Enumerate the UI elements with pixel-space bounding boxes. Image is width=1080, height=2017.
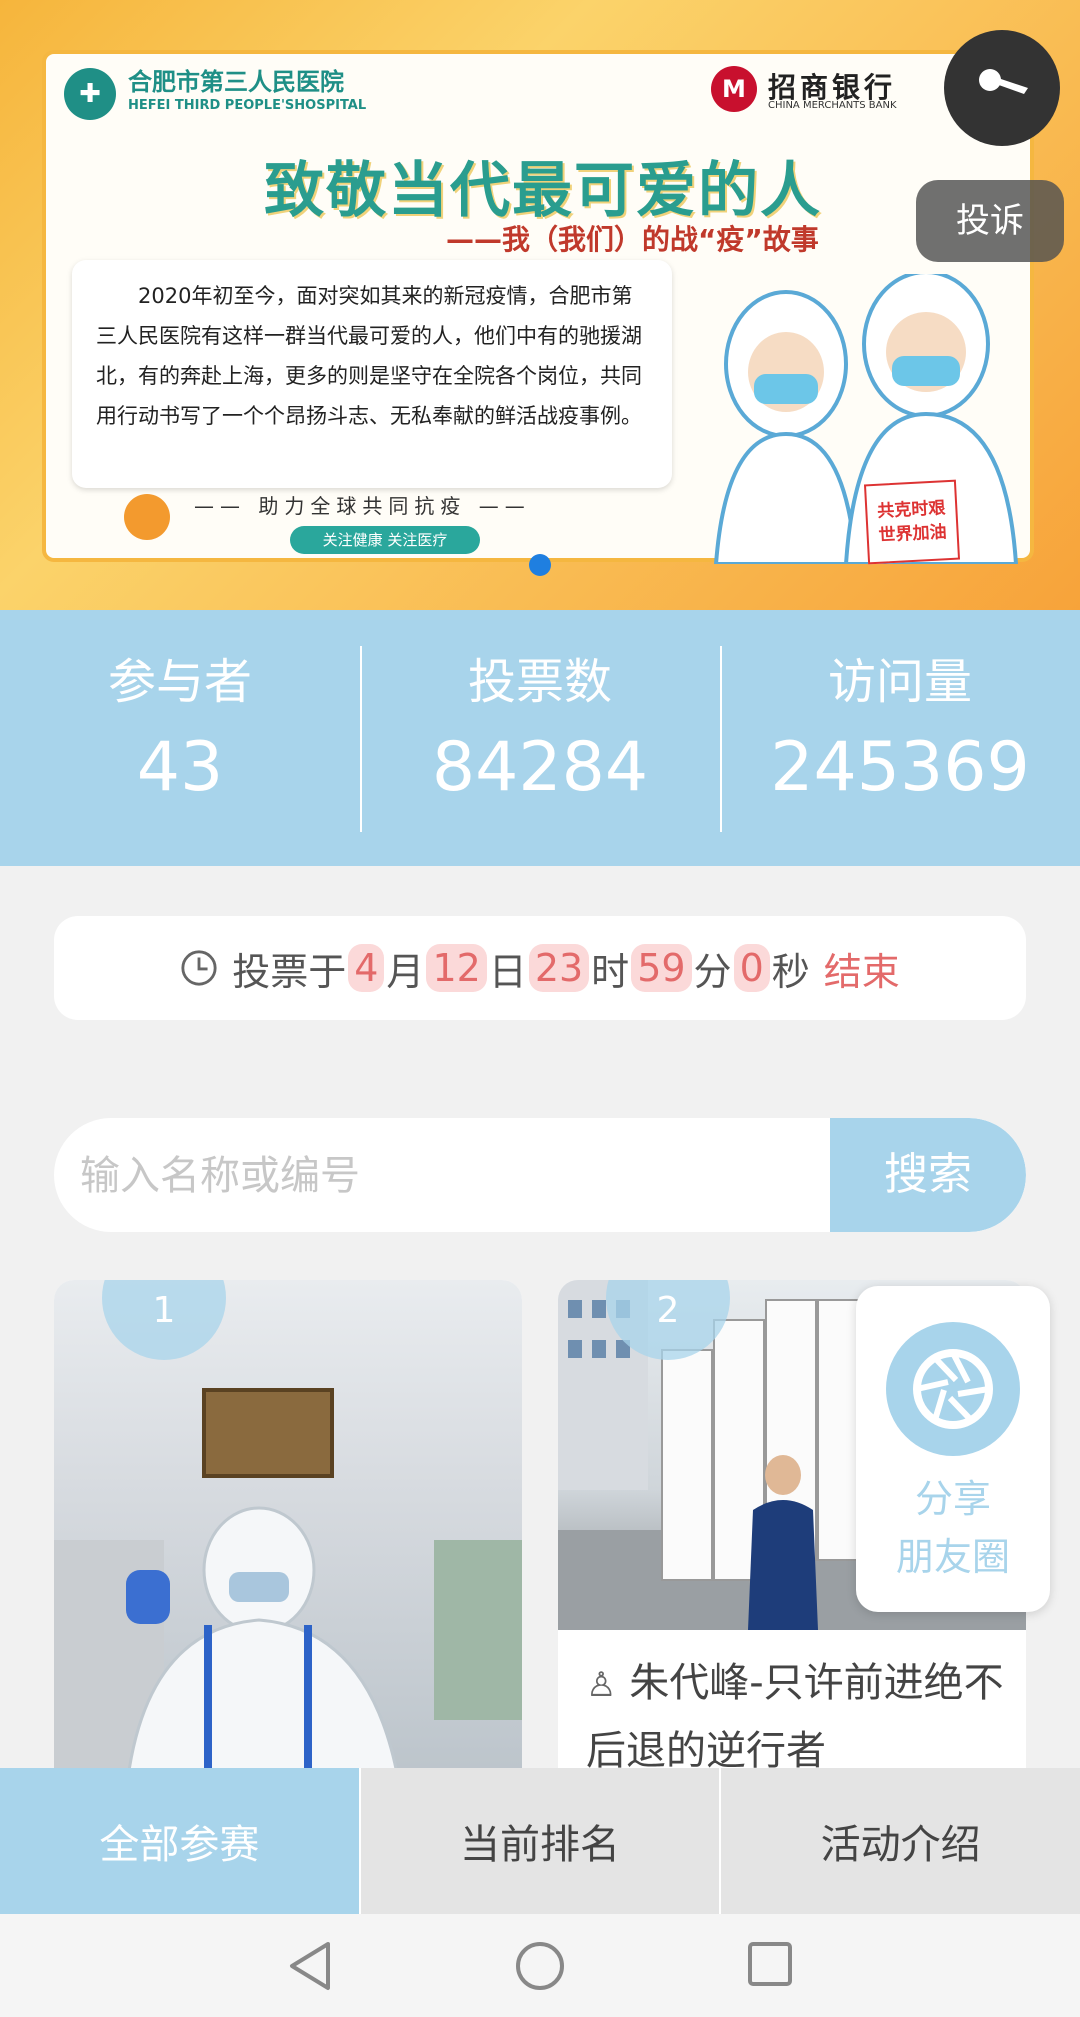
banner-headline: 致敬当代最可爱的人 (264, 156, 822, 226)
clock-icon (181, 950, 217, 986)
search-button[interactable]: 搜索 (830, 1118, 1026, 1232)
countdown-month-unit: 月 (386, 949, 425, 994)
stat-label: 参与者 (107, 654, 252, 710)
countdown-minute: 59 (631, 944, 692, 992)
recents-icon[interactable] (746, 1940, 794, 1988)
poster-text: 共克时艰 世界加油 (876, 498, 948, 546)
banner-card: ✚ 合肥市第三人民医院 HEFEI THIRD PEOPLE'SHOSPITAL… (42, 50, 1034, 565)
share-label-1: 分享 (914, 1477, 991, 1521)
stat-participants: 参与者 43 (0, 610, 360, 866)
countdown-minute-unit: 分 (693, 949, 732, 994)
stat-visits: 访问量 245369 (720, 610, 1080, 866)
countdown-hour: 23 (528, 944, 590, 992)
banner-pill: 关注健康 关注医疗 (290, 526, 480, 554)
share-moments-button[interactable]: 分享 朋友圈 (856, 1286, 1050, 1612)
countdown-second-unit: 秒 (771, 949, 810, 994)
entry-title-text: 朱代峰-只许前进绝不后退的逆行者 (586, 1660, 1004, 1774)
hospital-name-en: HEFEI THIRD PEOPLE'SHOSPITAL (128, 98, 367, 113)
system-nav-bar (0, 1914, 1080, 2017)
back-icon[interactable] (286, 1940, 336, 1992)
music-toggle-button[interactable] (944, 30, 1060, 146)
home-icon[interactable] (514, 1940, 566, 1992)
bottom-tab-bar: 全部参赛 当前排名 活动介绍 (0, 1768, 1080, 1914)
entry-card[interactable]: 1 (54, 1280, 522, 1820)
banner-slogan: —— 助力全球共同抗疫 —— (194, 494, 531, 518)
countdown-day-unit: 日 (488, 949, 527, 994)
stat-value: 84284 (431, 728, 649, 807)
stat-label: 投票数 (467, 654, 612, 710)
countdown-suffix: 结束 (823, 949, 900, 994)
countdown-prefix: 投票于 (232, 949, 347, 994)
banner-poster: 共克时艰 世界加油 (863, 479, 961, 565)
hospital-logo-icon: ✚ (64, 68, 116, 120)
countdown-hour-unit: 时 (591, 949, 630, 994)
tab-ranking[interactable]: 当前排名 (358, 1768, 720, 1914)
stat-value: 43 (136, 728, 224, 807)
search-bar: 搜索 (54, 1118, 1026, 1232)
entry-photo (54, 1280, 522, 1820)
entry-title: ♙ 朱代峰-只许前进绝不后退的逆行者 (586, 1650, 1016, 1784)
hospital-name: 合肥市第三人民医院 (128, 68, 344, 96)
report-button[interactable]: 投诉 (916, 180, 1064, 262)
countdown-month: 4 (348, 944, 385, 992)
stat-label: 访问量 (827, 654, 972, 710)
vote-countdown: 投票于 4 月 12 日 23 时 59 分 0 秒 结束 (54, 916, 1026, 1020)
tab-all-entries[interactable]: 全部参赛 (0, 1768, 359, 1914)
share-label-2: 朋友圈 (895, 1535, 1010, 1579)
camera-shutter-icon (886, 1322, 1020, 1456)
carousel-indicator[interactable] (529, 554, 551, 576)
stat-votes: 投票数 84284 (360, 610, 720, 866)
bank-logo-icon: M (711, 66, 757, 112)
person-icon: ♙ (586, 1665, 617, 1705)
promo-banner[interactable]: ✚ 合肥市第三人民医院 HEFEI THIRD PEOPLE'SHOSPITAL… (0, 0, 1080, 610)
search-input[interactable] (78, 1118, 862, 1232)
bank-name-en: CHINA MERCHANTS BANK (768, 100, 897, 111)
music-note-icon (979, 69, 1028, 94)
stats-bar: 参与者 43 投票数 84284 访问量 245369 (0, 610, 1080, 866)
banner-subhead: ——我（我们）的战“疫”故事 (446, 223, 819, 256)
countdown-second: 0 (733, 944, 770, 992)
decor-dot (124, 494, 170, 540)
banner-intro: 2020年初至今，面对突如其来的新冠疫情，合肥市第三人民医院有这样一群当代最可爱… (72, 260, 672, 488)
stat-value: 245369 (770, 728, 1030, 807)
tab-about[interactable]: 活动介绍 (719, 1768, 1080, 1914)
countdown-day: 12 (426, 944, 487, 992)
